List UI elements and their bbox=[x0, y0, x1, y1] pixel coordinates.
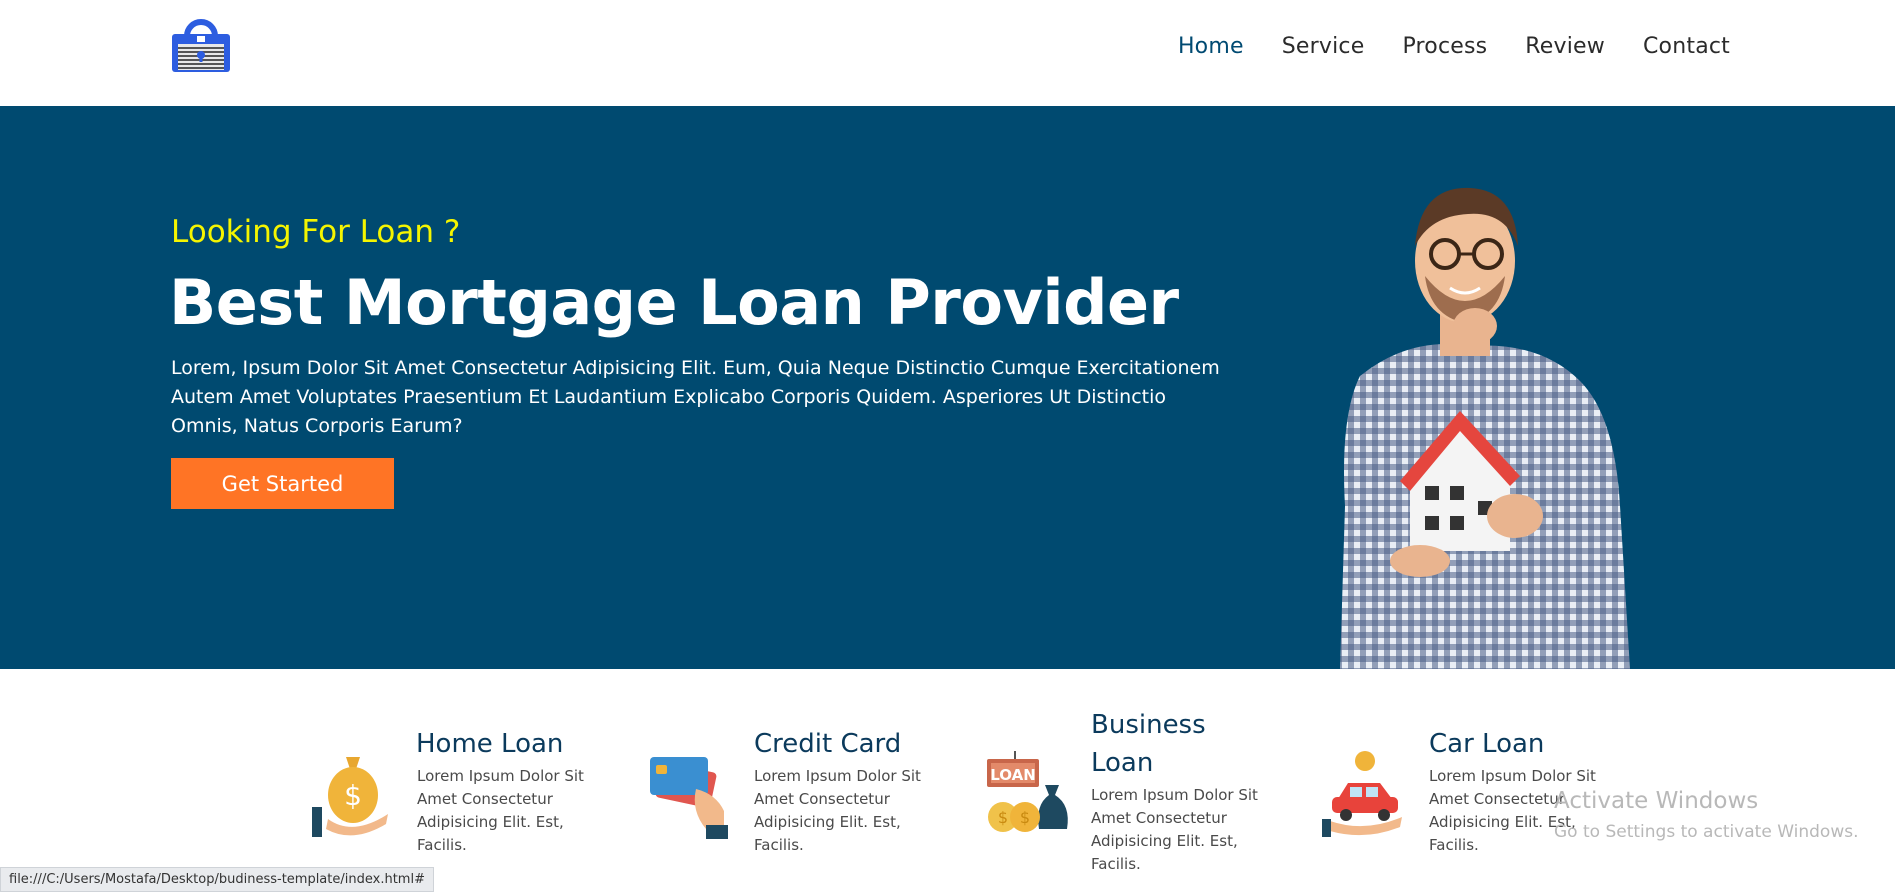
loan-sign-icon: LOAN $ $ bbox=[987, 751, 1068, 832]
credit-card-icon bbox=[650, 757, 728, 839]
hero-subtitle: Looking For Loan ? bbox=[171, 214, 461, 250]
man-holding-house-image bbox=[1340, 187, 1630, 669]
hero-title: Best Mortgage Loan Provider bbox=[169, 266, 1179, 339]
hero-section: Looking For Loan ? Best Mortgage Loan Pr… bbox=[0, 106, 1895, 669]
service-description: Lorem Ipsum Dolor Sit Amet Consectetur A… bbox=[417, 767, 584, 854]
service-title: Car Loan bbox=[1429, 729, 1545, 759]
svg-text:$: $ bbox=[344, 779, 362, 812]
nav-review-link[interactable]: Review bbox=[1525, 34, 1605, 59]
car-coin-hand-icon bbox=[1322, 751, 1402, 837]
svg-text:$: $ bbox=[998, 808, 1008, 827]
service-title: Home Loan bbox=[416, 729, 564, 759]
get-started-button[interactable]: Get Started bbox=[171, 458, 394, 509]
service-title-line1: Business bbox=[1091, 710, 1206, 740]
money-bag-hand-icon: $ bbox=[312, 757, 388, 837]
activate-windows-subtitle: Go to Settings to activate Windows. bbox=[1554, 822, 1859, 842]
services-section: $ Home Loan Lorem Ipsum Dolor Sit Amet C… bbox=[0, 669, 1895, 892]
loan-sign-label: LOAN bbox=[990, 766, 1036, 784]
browser-status-bar: file:///C:/Users/Mostafa/Desktop/budines… bbox=[0, 867, 434, 892]
activate-windows-title: Activate Windows bbox=[1554, 788, 1759, 814]
service-description: Lorem Ipsum Dolor Sit Amet Consectetur A… bbox=[1091, 786, 1258, 873]
hero-description: Lorem, Ipsum Dolor Sit Amet Consectetur … bbox=[171, 357, 1220, 437]
svg-text:$: $ bbox=[1020, 808, 1030, 827]
nav-contact-link[interactable]: Contact bbox=[1643, 34, 1730, 59]
site-header: Home Service Process Review Contact bbox=[0, 0, 1895, 106]
garage-lock-logo-icon[interactable] bbox=[170, 14, 232, 74]
nav-home-link[interactable]: Home bbox=[1178, 34, 1244, 59]
nav-process-link[interactable]: Process bbox=[1402, 34, 1487, 59]
service-title: Credit Card bbox=[754, 729, 902, 759]
service-description: Lorem Ipsum Dolor Sit Amet Consectetur A… bbox=[754, 767, 921, 854]
nav-service-link[interactable]: Service bbox=[1282, 34, 1365, 59]
main-nav: Home Service Process Review Contact bbox=[1178, 34, 1730, 59]
service-title-line2: Loan bbox=[1091, 748, 1154, 778]
